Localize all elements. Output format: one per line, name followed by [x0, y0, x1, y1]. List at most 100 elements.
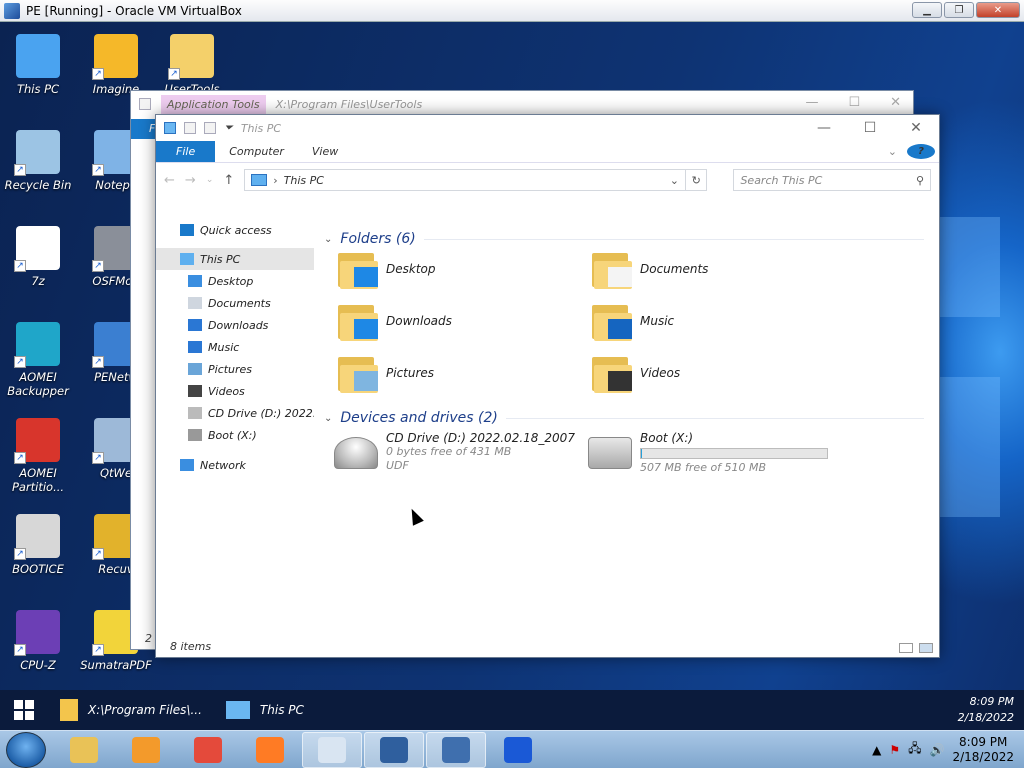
nav-item-desktop[interactable]: Desktop [156, 270, 314, 292]
nav-item-label: Documents [208, 296, 271, 310]
back-file-tab[interactable]: F [131, 119, 157, 139]
host-window-title: PE [Running] - Oracle VM VirtualBox [26, 3, 242, 18]
nav-item-label: Network [200, 458, 246, 472]
taskbar-item-this-pc[interactable]: This PC [214, 690, 316, 730]
desktop-icon-11[interactable]: ↗ BOOTICE [0, 514, 77, 576]
document-icon [608, 267, 632, 287]
maximize-button[interactable]: ☐ [847, 115, 893, 141]
collapse-icon[interactable]: ⌄ [324, 234, 332, 245]
large-icons-view-icon[interactable] [919, 643, 933, 653]
host-taskbar-app-2[interactable] [178, 732, 238, 768]
minimize-button[interactable]: — [801, 115, 847, 141]
search-box[interactable]: Search This PC ⚲ [733, 169, 931, 191]
this-pc-icon [225, 701, 250, 719]
chevron-down-icon[interactable]: ⌄ [670, 174, 679, 187]
nav-item-documents[interactable]: Documents [156, 292, 314, 314]
host-taskbar-app-1[interactable] [116, 732, 176, 768]
nav-item-network[interactable]: Network [156, 454, 314, 476]
taskbar-item-usertools[interactable]: X:\Program Files\... [48, 690, 214, 730]
host-start-orb[interactable] [6, 731, 46, 768]
host-close-button[interactable]: ✕ [976, 2, 1020, 18]
host-taskbar-app-0[interactable] [54, 732, 114, 768]
host-restore-button[interactable]: ❐ [944, 2, 974, 18]
folder-tile-music[interactable]: Music [592, 301, 674, 341]
nav-item-downloads[interactable]: Downloads [156, 314, 314, 336]
desktop-icon-1[interactable]: ↗ Imagine [77, 34, 155, 96]
folder-tile-documents[interactable]: Documents [592, 249, 708, 289]
nav-item-pictures[interactable]: Pictures [156, 358, 314, 380]
host-taskbar-app-5[interactable] [364, 731, 424, 768]
nav-item-this-pc[interactable]: This PC [156, 248, 314, 270]
window-title: This PC [240, 121, 282, 135]
desktop-icon-label: AOMEI Backupper [7, 370, 69, 398]
nav-item-quick-access[interactable]: Quick access [156, 219, 314, 241]
desktop-icon-5[interactable]: ↗ 7z [0, 226, 77, 288]
tab-file[interactable]: File [156, 141, 216, 162]
folder-icon: ↗ [168, 34, 214, 80]
folders-group-header[interactable]: ⌄ Folders (6) [324, 231, 924, 247]
nav-item-cd-drive-d-2022-0[interactable]: CD Drive (D:) 2022.0 [156, 402, 314, 424]
desktop-icon-0[interactable]: This PC [0, 34, 77, 96]
folder-tile-downloads[interactable]: Downloads [338, 301, 452, 341]
desktop-icon-7[interactable]: ↗ AOMEI Backupper [0, 322, 77, 398]
properties-icon[interactable] [184, 122, 196, 134]
host-taskbar-app-7[interactable] [488, 732, 548, 768]
desktop-icon-label: SumatraPDF [80, 658, 152, 672]
nav-item-music[interactable]: Music [156, 336, 314, 358]
close-button[interactable]: ✕ [893, 115, 939, 141]
back-close-button[interactable]: ✕ [890, 95, 901, 110]
nav-item-label: Desktop [208, 274, 254, 288]
collapse-icon[interactable]: ⌄ [324, 413, 332, 424]
folder-icon [338, 301, 378, 341]
nav-item-label: Quick access [200, 223, 272, 237]
desktop-icon-9[interactable]: ↗ AOMEI Partitio... [0, 418, 77, 494]
nav-item-videos[interactable]: Videos [156, 380, 314, 402]
folder-tile-videos[interactable]: Videos [592, 353, 680, 393]
breadcrumb-chevron-icon[interactable]: › [273, 174, 277, 187]
folder-tile-desktop[interactable]: Desktop [338, 249, 436, 289]
music-note-icon [608, 319, 632, 339]
action-center-icon[interactable]: ⚑ [889, 743, 900, 757]
customize-qat-icon[interactable]: ⏷ [224, 121, 233, 135]
folder-tile-pictures[interactable]: Pictures [338, 353, 434, 393]
recent-locations-icon[interactable]: ⌄ [206, 175, 214, 185]
network-icon[interactable]: 🖧 [908, 739, 921, 760]
address-text[interactable]: This PC [284, 174, 324, 187]
back-arrow-icon[interactable]: ← [164, 173, 175, 188]
refresh-icon[interactable]: ↻ [685, 169, 708, 191]
drive-tile-cd[interactable]: CD Drive (D:) 2022.02.18_2007 0 bytes fr… [334, 431, 575, 473]
desktop-icon-label: BOOTICE [12, 562, 64, 576]
tab-computer[interactable]: Computer [215, 141, 298, 162]
host-minimize-button[interactable]: ▁ [912, 2, 942, 18]
back-minimize-button[interactable]: — [805, 95, 818, 110]
host-taskbar-app-6[interactable] [426, 731, 486, 768]
desktop-icon-2[interactable]: ↗ UserTools [153, 34, 231, 96]
help-icon[interactable]: ? [907, 144, 935, 159]
this-pc-explorer-window[interactable]: ⏷ This PC — ☐ ✕ File Computer View ⌄ ? ←… [155, 114, 940, 658]
nav-item-boot-x-[interactable]: Boot (X:) [156, 424, 314, 446]
guest-clock[interactable]: 8:09 PM 2/18/2022 [958, 694, 1014, 726]
search-input[interactable]: Search This PC [740, 174, 822, 187]
expand-ribbon-icon[interactable]: ⌄ [888, 145, 897, 158]
drive-tile-boot[interactable]: Boot (X:) 507 MB free of 510 MB [588, 431, 828, 475]
desktop-icon-13[interactable]: ↗ CPU-Z [0, 610, 77, 672]
start-button[interactable] [0, 690, 48, 730]
application-tools-tab[interactable]: Application Tools [161, 94, 266, 114]
tab-view[interactable]: View [298, 141, 352, 162]
details-view-icon[interactable] [899, 643, 913, 653]
forward-arrow-icon[interactable]: → [185, 173, 196, 188]
devices-group-header[interactable]: ⌄ Devices and drives (2) [324, 410, 924, 426]
host-clock[interactable]: 8:09 PM 2/18/2022 [952, 735, 1014, 765]
host-taskbar-app-4[interactable] [302, 731, 362, 768]
address-bar[interactable]: › This PC ⌄ [244, 169, 686, 191]
back-maximize-button[interactable]: ☐ [848, 95, 860, 110]
host-taskbar-app-3[interactable] [240, 732, 300, 768]
desktop-icon-3[interactable]: ↗ Recycle Bin [0, 130, 77, 192]
up-arrow-icon[interactable]: ↑ [223, 173, 234, 188]
search-icon[interactable]: ⚲ [916, 174, 924, 187]
nav-item-label: Music [208, 340, 240, 354]
volume-icon[interactable]: 🔊 [930, 743, 945, 757]
show-hidden-icons-icon[interactable]: ▲ [872, 743, 881, 757]
new-folder-icon[interactable] [204, 122, 216, 134]
folder-icon [338, 249, 378, 289]
